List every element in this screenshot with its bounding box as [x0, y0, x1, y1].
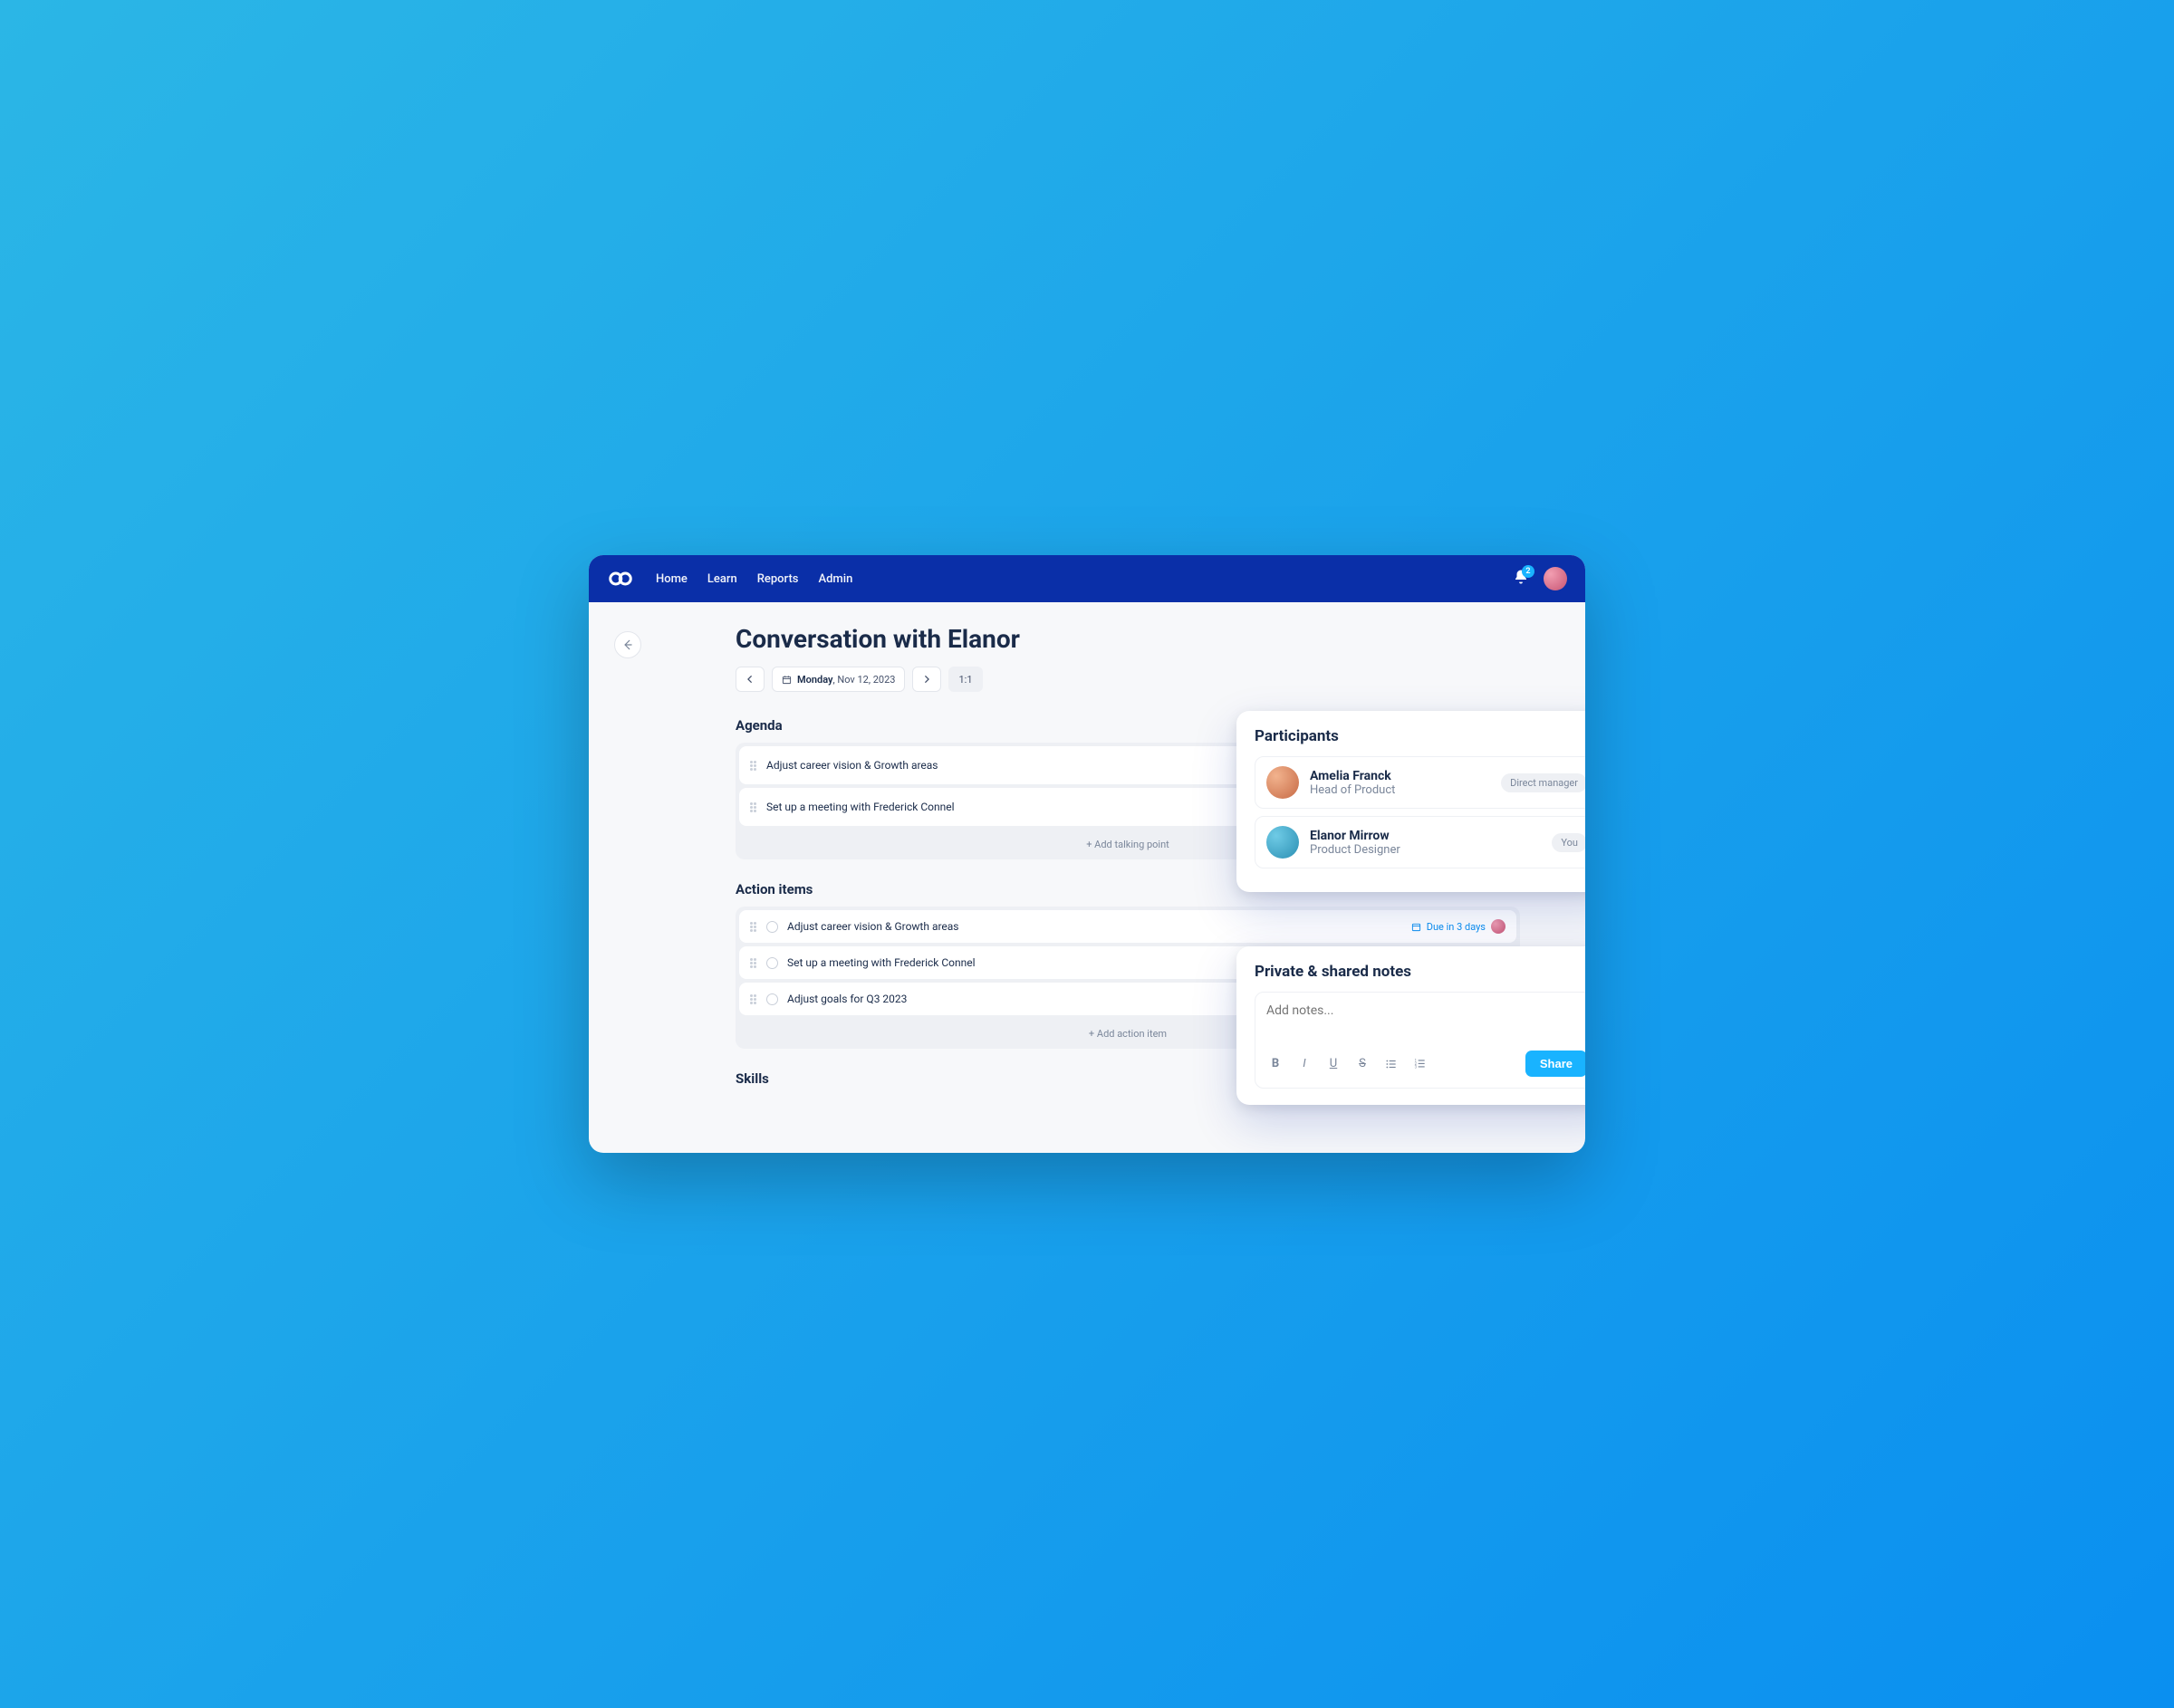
prev-day-button[interactable] [736, 667, 765, 692]
participant-tag: Direct manager [1501, 773, 1585, 792]
date-rest: , Nov 12, 2023 [832, 674, 895, 686]
participant-avatar [1266, 766, 1299, 799]
meeting-type-chip[interactable]: 1:1 [948, 667, 982, 692]
user-avatar[interactable] [1544, 567, 1567, 590]
participant-role: Head of Product [1310, 783, 1395, 797]
drag-handle-icon[interactable] [750, 802, 757, 812]
notifications-badge: 2 [1522, 565, 1534, 578]
action-item-checkbox[interactable] [766, 921, 778, 933]
action-item-text: Adjust career vision & Growth areas [787, 920, 1402, 933]
calendar-icon [782, 675, 792, 685]
drag-handle-icon[interactable] [750, 994, 757, 1004]
notes-box: B I U S 123 Share [1255, 992, 1585, 1089]
agenda-title: Agenda [736, 717, 783, 734]
page-title: Conversation with Elanor [736, 624, 1520, 654]
skills-title: Skills [736, 1070, 769, 1087]
notes-input[interactable] [1266, 1003, 1585, 1040]
participant-name: Elanor Mirrow [1310, 829, 1400, 843]
chevron-right-icon [922, 675, 931, 684]
share-button[interactable]: Share [1525, 1051, 1585, 1077]
action-item-checkbox[interactable] [766, 957, 778, 969]
strikethrough-button[interactable]: S [1353, 1055, 1371, 1073]
calendar-icon [1411, 922, 1421, 932]
participant-row[interactable]: Amelia Franck Head of Product Direct man… [1255, 756, 1585, 809]
bullet-list-button[interactable] [1382, 1055, 1400, 1073]
participant-role: Product Designer [1310, 843, 1400, 857]
chevron-left-icon [746, 675, 755, 684]
due-label: Due in 3 days [1427, 921, 1486, 933]
date-controls: Monday, Nov 12, 2023 1:1 [736, 667, 1520, 692]
participants-title: Participants [1255, 727, 1585, 745]
italic-button[interactable]: I [1295, 1055, 1313, 1073]
list-numbered-icon: 123 [1414, 1058, 1427, 1070]
participants-panel: Participants Amelia Franck Head of Produ… [1236, 711, 1585, 892]
action-items-title: Action items [736, 881, 813, 897]
action-item-checkbox[interactable] [766, 993, 778, 1005]
participant-tag: You [1552, 833, 1585, 852]
notes-title: Private & shared notes [1255, 963, 1585, 981]
participant-row[interactable]: Elanor Mirrow Product Designer You [1255, 816, 1585, 868]
underline-button[interactable]: U [1324, 1055, 1342, 1073]
drag-handle-icon[interactable] [750, 958, 757, 968]
topbar: Home Learn Reports Admin 2 [589, 555, 1585, 602]
arrow-left-icon [621, 638, 634, 651]
drag-handle-icon[interactable] [750, 761, 757, 771]
nav-learn[interactable]: Learn [707, 572, 737, 586]
app-window: Home Learn Reports Admin 2 Conversation … [589, 555, 1585, 1153]
nav-admin[interactable]: Admin [818, 572, 852, 586]
next-day-button[interactable] [912, 667, 941, 692]
action-item[interactable]: Adjust career vision & Growth areas Due … [739, 910, 1516, 943]
notifications-button[interactable]: 2 [1513, 569, 1529, 589]
content-area: Conversation with Elanor Monday, Nov 12,… [589, 602, 1585, 1153]
topbar-right: 2 [1513, 567, 1567, 590]
date-weekday: Monday [797, 674, 832, 686]
main-nav: Home Learn Reports Admin [656, 572, 852, 586]
notes-panel: Private & shared notes B I U S 123 Share [1236, 946, 1585, 1105]
bold-button[interactable]: B [1266, 1055, 1284, 1073]
back-button[interactable] [614, 631, 641, 658]
svg-text:3: 3 [1415, 1064, 1418, 1069]
logo-icon [607, 565, 634, 592]
list-bullet-icon [1385, 1058, 1398, 1070]
numbered-list-button[interactable]: 123 [1411, 1055, 1429, 1073]
notes-toolbar: B I U S 123 Share [1266, 1051, 1585, 1077]
participant-name: Amelia Franck [1310, 769, 1395, 783]
drag-handle-icon[interactable] [750, 922, 757, 932]
nav-reports[interactable]: Reports [757, 572, 799, 586]
participant-avatar [1266, 826, 1299, 859]
date-picker[interactable]: Monday, Nov 12, 2023 [772, 667, 905, 692]
assignee-avatar [1491, 919, 1505, 934]
nav-home[interactable]: Home [656, 572, 688, 586]
